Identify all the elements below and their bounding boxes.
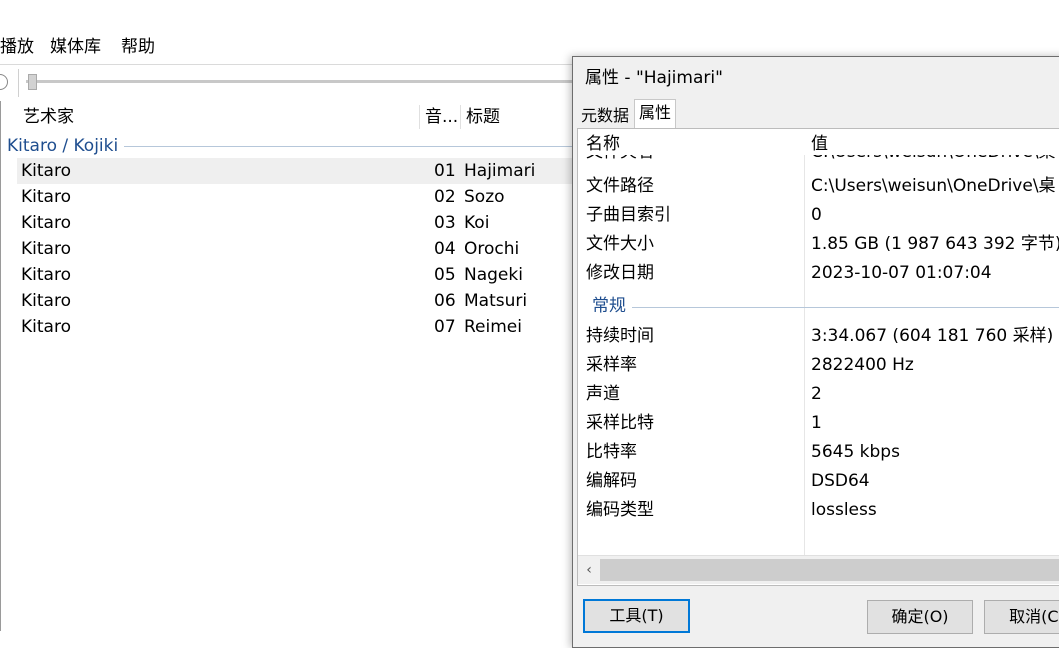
scrollbar-thumb[interactable] xyxy=(600,559,1059,581)
volume-icon[interactable] xyxy=(0,74,8,90)
track-title: Orochi xyxy=(464,239,520,259)
track-row[interactable]: Kitaro 01 Hajimari xyxy=(17,158,601,184)
track-row[interactable]: Kitaro 06 Matsuri xyxy=(17,288,601,314)
property-row[interactable]: 声道 2 xyxy=(578,380,1059,408)
property-name: 声道 xyxy=(586,384,620,404)
track-title: Reimei xyxy=(464,317,522,337)
property-row[interactable]: 采样比特 1 xyxy=(578,409,1059,437)
property-value: DSD64 xyxy=(811,471,870,491)
property-row[interactable]: 编解码 DSD64 xyxy=(578,467,1059,495)
property-name: 比特率 xyxy=(586,442,637,462)
menu-library[interactable]: 媒体库 xyxy=(50,36,101,58)
track-number: 05 xyxy=(434,265,456,285)
seek-slider-thumb[interactable] xyxy=(28,74,37,90)
property-value: 0 xyxy=(811,205,822,225)
toolbar-separator xyxy=(18,69,19,97)
track-artist: Kitaro xyxy=(21,265,71,285)
dialog-title: 属性 - "Hajimari" xyxy=(585,68,723,88)
seek-toolbar xyxy=(0,64,600,102)
column-track-no[interactable]: 音... xyxy=(425,101,458,133)
tab-properties[interactable]: 属性 xyxy=(634,99,677,128)
property-row[interactable]: 编码类型 lossless xyxy=(578,496,1059,524)
menu-play[interactable]: 播放 xyxy=(0,36,34,58)
track-title: Koi xyxy=(464,213,490,233)
track-title: Sozo xyxy=(464,187,505,207)
track-number: 03 xyxy=(434,213,456,233)
tab-metadata[interactable]: 元数据 xyxy=(577,104,633,127)
track-row[interactable]: Kitaro 05 Nageki xyxy=(17,262,601,288)
track-title: Matsuri xyxy=(464,291,528,311)
property-value: C:\Users\weisun\OneDrive\桌 xyxy=(811,176,1056,196)
track-artist: Kitaro xyxy=(21,187,71,207)
track-title: Hajimari xyxy=(464,161,536,181)
section-label: 常规 xyxy=(592,291,632,321)
property-name: 采样比特 xyxy=(586,413,654,433)
group-header: Kitaro / Kojiki xyxy=(7,134,601,158)
menu-help[interactable]: 帮助 xyxy=(121,36,155,58)
property-row[interactable]: 文件大小 1.85 GB (1 987 643 392 字节) xyxy=(578,230,1059,258)
column-name[interactable]: 名称 xyxy=(586,133,620,155)
track-number: 06 xyxy=(434,291,456,311)
property-row[interactable]: 子曲目索引 0 xyxy=(578,201,1059,229)
tools-button[interactable]: 工具(T) xyxy=(583,599,690,633)
property-value: lossless xyxy=(811,500,877,520)
track-title: Nageki xyxy=(464,265,523,285)
track-number: 07 xyxy=(434,317,456,337)
track-artist: Kitaro xyxy=(21,317,71,337)
track-row[interactable]: Kitaro 02 Sozo xyxy=(17,184,601,210)
track-row[interactable]: Kitaro 04 Orochi xyxy=(17,236,601,262)
group-label: Kitaro / Kojiki xyxy=(7,134,125,158)
property-value: 2023-10-07 01:07:04 xyxy=(811,263,992,283)
track-row[interactable]: Kitaro 07 Reimei xyxy=(17,314,601,340)
playlist-view: 艺术家 音... 标题 Kitaro / Kojiki Kitaro 01 Ha… xyxy=(0,101,601,631)
property-value: 1.85 GB (1 987 643 392 字节) xyxy=(811,234,1059,254)
column-divider[interactable] xyxy=(460,105,461,129)
properties-list: 文件夹名 C:\Users\weisun\OneDrive\桌 名称 值 文件路… xyxy=(577,128,1059,586)
property-name: 采样率 xyxy=(586,355,637,375)
properties-dialog: 属性 - "Hajimari" 元数据 属性 文件夹名 C:\Users\wei… xyxy=(572,56,1059,648)
property-row[interactable]: 文件路径 C:\Users\weisun\OneDrive\桌 xyxy=(578,172,1059,200)
playlist-column-header: 艺术家 音... 标题 xyxy=(1,101,601,133)
property-value: 1 xyxy=(811,413,822,433)
property-row[interactable]: 采样率 2822400 Hz xyxy=(578,351,1059,379)
column-value[interactable]: 值 xyxy=(811,133,828,155)
ok-button[interactable]: 确定(O) xyxy=(867,600,973,634)
track-artist: Kitaro xyxy=(21,239,71,259)
section-divider xyxy=(592,307,1059,308)
scroll-left-icon[interactable]: ‹ xyxy=(580,560,598,580)
seek-slider[interactable] xyxy=(26,80,600,83)
column-title[interactable]: 标题 xyxy=(466,101,500,133)
section-header-general: 常规 xyxy=(578,291,1059,321)
property-value: 2 xyxy=(811,384,822,404)
track-number: 01 xyxy=(434,161,456,181)
property-name: 修改日期 xyxy=(586,263,654,283)
property-row[interactable]: 持续时间 3:34.067 (604 181 760 采样) xyxy=(578,322,1059,350)
horizontal-scrollbar[interactable]: ‹ xyxy=(578,555,1059,584)
property-name: 编码类型 xyxy=(586,500,654,520)
track-artist: Kitaro xyxy=(21,291,71,311)
cancel-button[interactable]: 取消(C) xyxy=(984,600,1059,634)
property-name: 文件路径 xyxy=(586,176,654,196)
property-row[interactable]: 修改日期 2023-10-07 01:07:04 xyxy=(578,259,1059,287)
property-row[interactable]: 比特率 5645 kbps xyxy=(578,438,1059,466)
property-value: 5645 kbps xyxy=(811,442,900,462)
track-artist: Kitaro xyxy=(21,213,71,233)
property-name: 文件大小 xyxy=(586,234,654,254)
track-number: 04 xyxy=(434,239,456,259)
track-number: 02 xyxy=(434,187,456,207)
column-divider[interactable] xyxy=(419,105,420,129)
property-name: 子曲目索引 xyxy=(586,205,671,225)
track-artist: Kitaro xyxy=(21,161,71,181)
track-row[interactable]: Kitaro 03 Koi xyxy=(17,210,601,236)
property-value: 3:34.067 (604 181 760 采样) xyxy=(811,326,1054,346)
property-value: 2822400 Hz xyxy=(811,355,914,375)
properties-list-header: 名称 值 xyxy=(578,129,1059,155)
column-artist[interactable]: 艺术家 xyxy=(23,101,74,133)
property-name: 编解码 xyxy=(586,471,637,491)
property-name: 持续时间 xyxy=(586,326,654,346)
